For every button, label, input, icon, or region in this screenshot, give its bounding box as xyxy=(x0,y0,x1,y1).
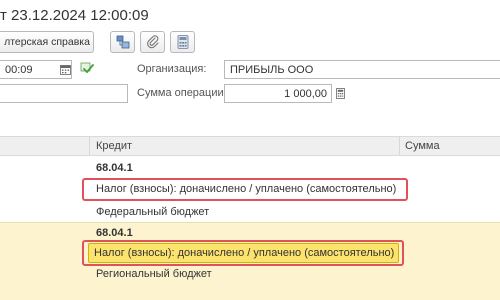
amount-value: 1 000,00 xyxy=(284,87,327,100)
column-header-amount[interactable]: Сумма xyxy=(405,137,440,155)
amount-calculator-button[interactable] xyxy=(333,85,347,102)
calculator-icon xyxy=(335,88,345,99)
subconto-cell[interactable]: Федеральный бюджет xyxy=(96,206,209,218)
subconto-cell[interactable]: Региональный бюджет xyxy=(96,268,212,280)
amount-label: Сумма операции: xyxy=(137,87,227,99)
structure-icon xyxy=(116,35,129,49)
calendar-icon xyxy=(59,64,71,75)
date-value: 00:09 xyxy=(5,63,33,76)
calculator-icon xyxy=(177,35,188,49)
calculator-button[interactable] xyxy=(170,31,195,53)
column-divider xyxy=(89,137,90,155)
calendar-button[interactable] xyxy=(58,61,72,77)
amount-field[interactable]: 1 000,00 xyxy=(224,84,332,103)
document-check-icon xyxy=(80,62,94,74)
paperclip-icon xyxy=(146,35,159,49)
comment-field[interactable] xyxy=(0,84,128,103)
column-header-credit[interactable]: Кредит xyxy=(96,137,132,155)
organization-value: ПРИБЫЛЬ ООО xyxy=(230,63,314,76)
attach-button[interactable] xyxy=(140,31,165,53)
account-cell: 68.04.1 xyxy=(96,162,133,174)
subconto-cell[interactable]: Налог (взносы): доначислено / уплачено (… xyxy=(94,247,394,259)
subconto-cell[interactable]: Налог (взносы): доначислено / уплачено (… xyxy=(96,183,396,195)
organization-label: Организация: xyxy=(137,63,207,75)
account-cell: 68.04.1 xyxy=(96,227,133,239)
report-button[interactable]: лтерская справка xyxy=(0,31,94,53)
posted-status xyxy=(80,61,94,75)
document-title: т 23.12.2024 12:00:09 xyxy=(0,7,149,24)
table-header: Кредит Сумма xyxy=(0,136,500,156)
organization-field[interactable]: ПРИБЫЛЬ ООО xyxy=(224,60,500,79)
structure-button[interactable] xyxy=(110,31,135,53)
column-divider xyxy=(399,137,400,155)
